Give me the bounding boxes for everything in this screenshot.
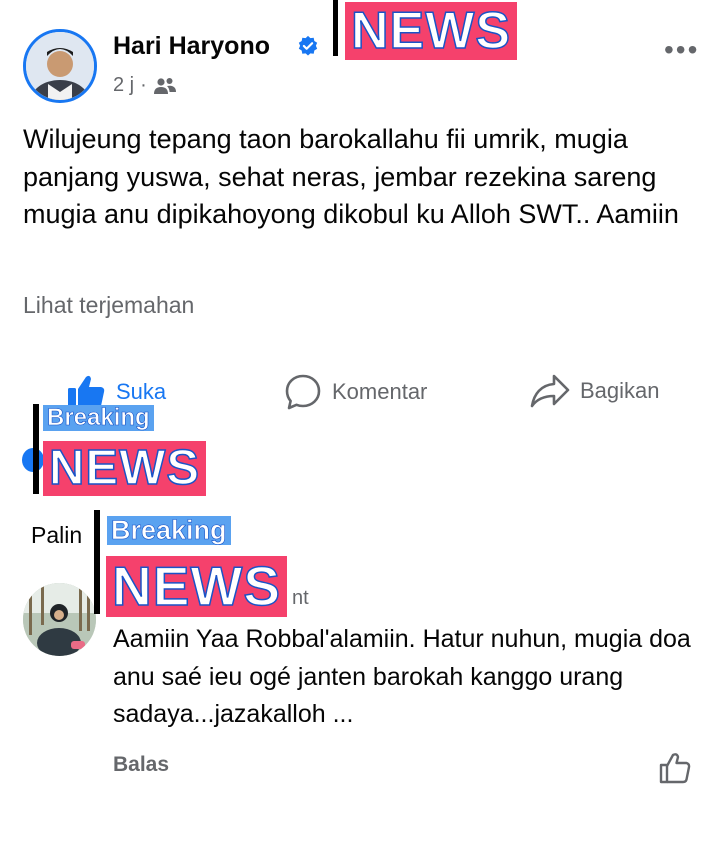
reply-button[interactable]: Balas	[113, 753, 169, 777]
author-avatar[interactable]	[23, 29, 97, 103]
news-sticker-bar	[94, 510, 100, 614]
commenter-name-fragment[interactable]: nt	[292, 587, 309, 610]
comment-like-icon[interactable]	[658, 751, 692, 785]
post-text: Wilujeung tepang taon barokallahu fii um…	[23, 124, 679, 229]
post-time[interactable]: 2 j	[113, 74, 134, 97]
comment-bubble-icon	[285, 374, 321, 410]
comment-text: Aamiin Yaa Robbal'alamiin. Hatur nuhun, …	[113, 625, 691, 728]
friends-audience-icon	[153, 77, 176, 94]
commenter-avatar[interactable]	[23, 583, 96, 656]
see-translation-link[interactable]: Lihat terjemahan	[23, 292, 194, 319]
post-author-name[interactable]: Hari Haryono	[113, 32, 270, 61]
share-button[interactable]: Bagikan	[530, 373, 660, 409]
news-sticker: NEWS	[106, 556, 287, 617]
breaking-sticker: Breaking	[43, 405, 154, 431]
news-sticker: NEWS	[345, 2, 517, 60]
post-meta: 2 j ·	[113, 74, 177, 97]
verified-badge-icon	[298, 35, 318, 56]
news-sticker-bar	[33, 404, 39, 494]
like-label: Suka	[116, 379, 167, 404]
share-label: Bagikan	[580, 378, 660, 403]
meta-separator: ·	[140, 74, 147, 96]
share-arrow-icon	[530, 374, 570, 408]
news-sticker-bar	[333, 0, 338, 56]
comment-sort-label[interactable]: Palin	[31, 522, 82, 549]
more-options-icon[interactable]: •••	[664, 34, 699, 66]
comment-label: Komentar	[332, 379, 428, 404]
news-sticker: NEWS	[43, 441, 206, 496]
comment-button[interactable]: Komentar	[284, 373, 427, 411]
breaking-sticker: Breaking	[107, 516, 231, 545]
